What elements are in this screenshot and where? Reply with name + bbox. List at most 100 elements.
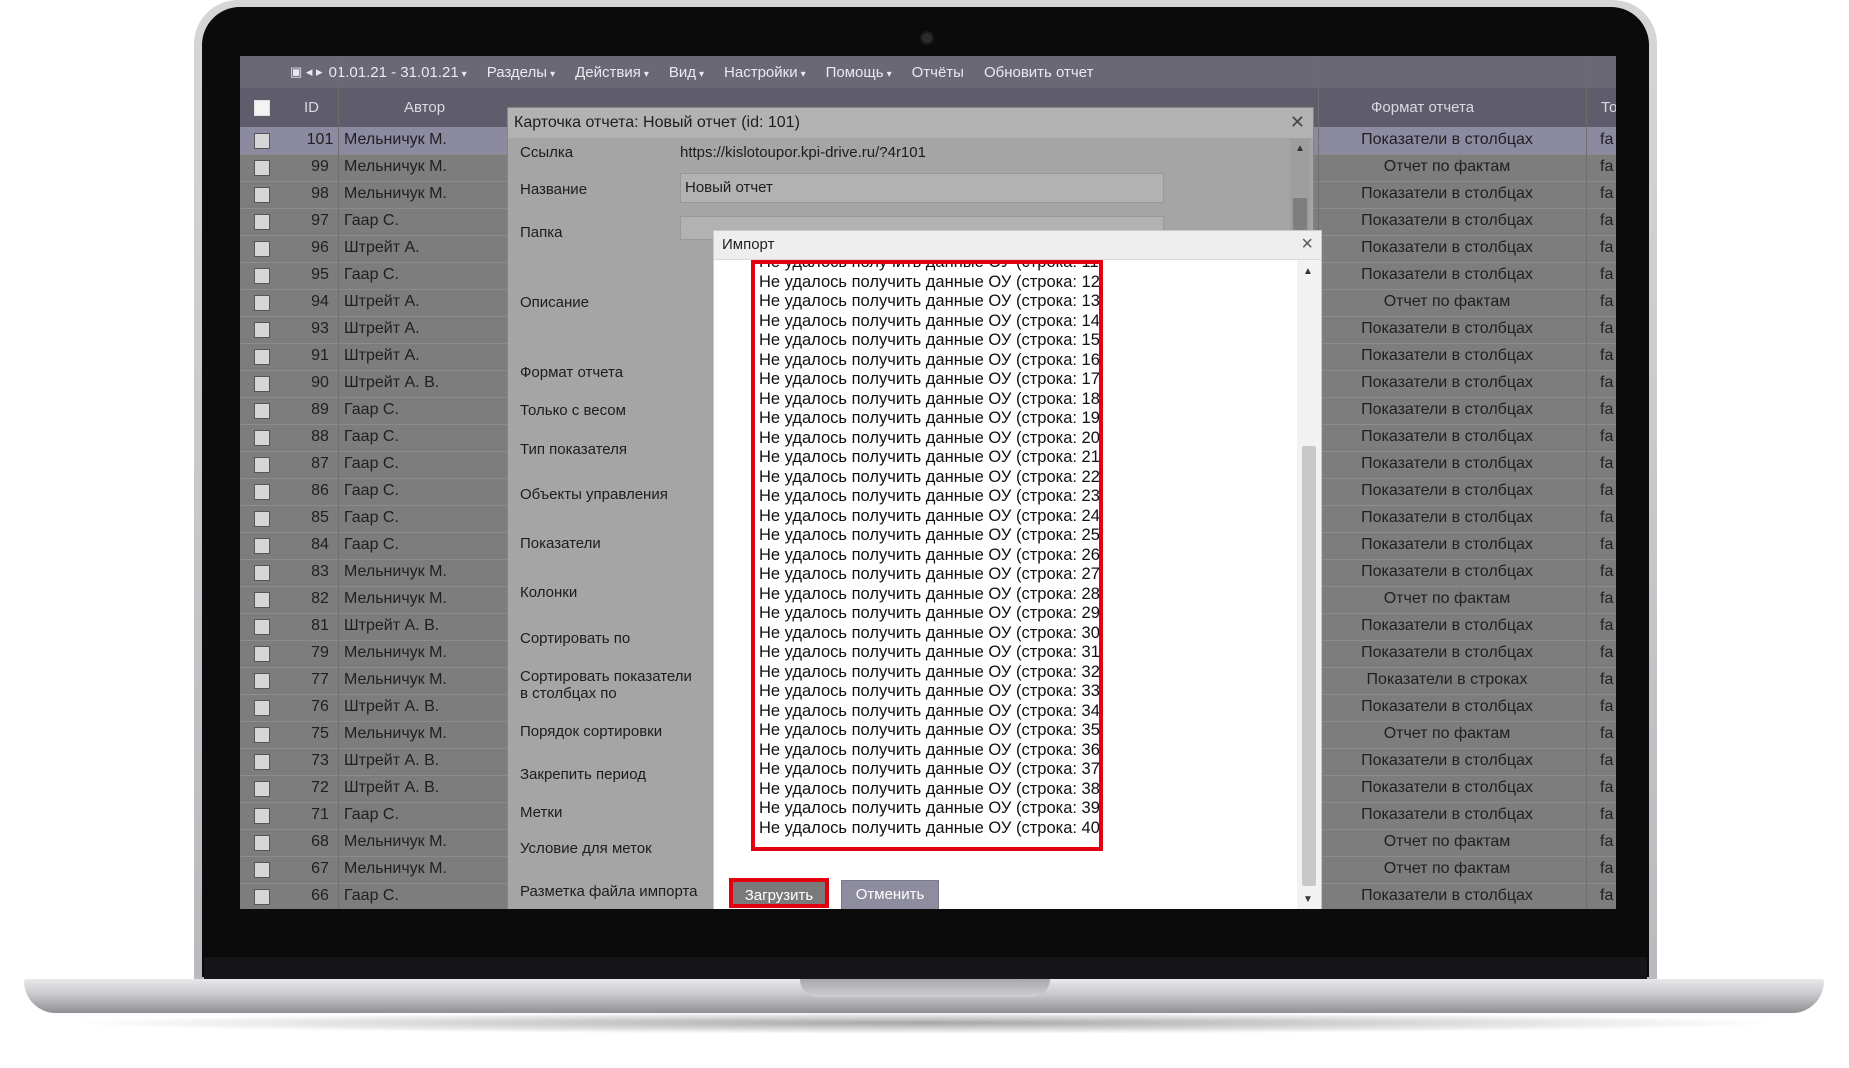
menu-actions-label: Действия	[575, 63, 641, 81]
period-label: 01.01.21 - 31.01.21	[328, 63, 459, 81]
import-dialog-titlebar[interactable]: Импорт ×	[714, 231, 1321, 260]
row-checkbox[interactable]	[254, 322, 270, 338]
row-checkbox[interactable]	[254, 268, 270, 284]
report-format-label: Формат отчета	[520, 364, 624, 381]
link-value[interactable]: https://kislotoupor.kpi-drive.ru/?4r101	[680, 144, 926, 161]
row-checkbox[interactable]	[254, 295, 270, 311]
row-checkbox[interactable]	[254, 673, 270, 689]
menu-help[interactable]: Помощь ▾	[826, 64, 892, 81]
row-checkbox[interactable]	[254, 349, 270, 365]
row-checkbox[interactable]	[254, 889, 270, 905]
menu-actions[interactable]: Действия ▾	[575, 64, 649, 81]
row-last-cell: fa	[1600, 455, 1614, 472]
row-id: 73	[311, 752, 329, 769]
row-checkbox[interactable]	[254, 376, 270, 392]
app-screen: ▣ ◂ ▸ 01.01.21 - 31.01.21 ▾ Разделы ▾ Дейс…	[240, 56, 1616, 909]
calendar-icon[interactable]: ▣ ◂ ▸	[290, 64, 323, 80]
row-checkbox[interactable]	[254, 727, 270, 743]
load-button[interactable]: Загрузить	[729, 878, 829, 908]
import-error-line: Не удалось получить данные ОУ (строка: 1…	[759, 389, 1103, 408]
row-checkbox[interactable]	[254, 700, 270, 716]
row-author: Гаар С.	[344, 455, 399, 472]
row-id: 81	[311, 617, 329, 634]
select-all-checkbox[interactable]	[254, 100, 270, 116]
scroll-down-icon[interactable]: ▼	[1303, 894, 1313, 905]
row-id: 87	[311, 455, 329, 472]
row-checkbox[interactable]	[254, 592, 270, 608]
report-card-titlebar[interactable]: Карточка отчета: Новый отчет (id: 101) ✕	[508, 108, 1313, 138]
indicators-label: Показатели	[520, 535, 601, 552]
chevron-down-icon: ▾	[699, 68, 705, 80]
row-checkbox[interactable]	[254, 619, 270, 635]
row-id: 79	[311, 644, 329, 661]
row-checkbox[interactable]	[254, 187, 270, 203]
row-checkbox[interactable]	[254, 133, 270, 149]
row-checkbox[interactable]	[254, 781, 270, 797]
row-checkbox[interactable]	[254, 484, 270, 500]
column-divider	[338, 56, 339, 909]
row-checkbox[interactable]	[254, 403, 270, 419]
close-icon[interactable]: ✕	[1290, 112, 1305, 133]
row-format: Отчет по фактам	[1383, 725, 1511, 742]
menu-sections[interactable]: Разделы ▾	[487, 64, 555, 81]
scrollbar-thumb[interactable]	[1302, 446, 1316, 886]
row-checkbox[interactable]	[254, 430, 270, 446]
row-id: 98	[311, 185, 329, 202]
row-id: 96	[311, 239, 329, 256]
row-last-cell: fa	[1600, 806, 1614, 823]
row-checkbox[interactable]	[254, 214, 270, 230]
chevron-down-icon: ▾	[886, 68, 892, 80]
row-checkbox[interactable]	[254, 538, 270, 554]
row-id: 93	[311, 320, 329, 337]
row-author: Штрейт А.	[344, 347, 420, 364]
row-id: 90	[311, 374, 329, 391]
menu-view[interactable]: Вид ▾	[669, 64, 704, 81]
close-icon[interactable]: ×	[1301, 233, 1313, 256]
name-field[interactable]: Новый отчет	[680, 173, 1164, 203]
laptop-chin	[204, 957, 1647, 981]
import-dialog-scrollbar[interactable]: ▲ ▼	[1297, 260, 1321, 909]
menu-reports[interactable]: Отчёты	[912, 64, 964, 81]
row-format: Показатели в столбцах	[1361, 536, 1533, 553]
row-checkbox[interactable]	[254, 808, 270, 824]
row-format: Показатели в столбцах	[1361, 752, 1533, 769]
row-last-cell: fa	[1600, 239, 1614, 256]
column-header-last[interactable]: То	[1601, 99, 1616, 116]
row-author: Гаар С.	[344, 212, 399, 229]
row-checkbox[interactable]	[254, 160, 270, 176]
row-author: Мельничук М.	[344, 590, 447, 607]
scroll-up-icon[interactable]: ▲	[1295, 143, 1305, 154]
row-last-cell: fa	[1600, 347, 1614, 364]
row-author: Гаар С.	[344, 509, 399, 526]
menu-settings[interactable]: Настройки ▾	[724, 64, 806, 81]
row-last-cell: fa	[1600, 401, 1614, 418]
row-checkbox[interactable]	[254, 565, 270, 581]
row-id: 91	[311, 347, 329, 364]
scroll-up-icon[interactable]: ▲	[1303, 266, 1313, 277]
row-id: 76	[311, 698, 329, 715]
menu-settings-label: Настройки	[724, 63, 798, 81]
row-author: Штрейт А. В.	[344, 752, 440, 769]
row-author: Гаар С.	[344, 428, 399, 445]
row-checkbox[interactable]	[254, 835, 270, 851]
cancel-button[interactable]: Отменить	[841, 880, 939, 909]
row-checkbox[interactable]	[254, 862, 270, 878]
row-checkbox[interactable]	[254, 241, 270, 257]
import-error-line: Не удалось получить данные ОУ (строка: 1…	[759, 331, 1103, 349]
column-header-id[interactable]: ID	[304, 99, 319, 116]
row-last-cell: fa	[1600, 482, 1614, 499]
row-format: Показатели в столбцах	[1361, 644, 1533, 661]
refresh-report-button[interactable]: Обновить отчет	[984, 64, 1094, 81]
row-checkbox[interactable]	[254, 754, 270, 770]
column-header-author[interactable]: Автор	[404, 99, 445, 116]
row-last-cell: fa	[1600, 779, 1614, 796]
column-header-format[interactable]: Формат отчета	[1371, 99, 1474, 116]
row-author: Штрейт А. В.	[344, 374, 440, 391]
row-checkbox[interactable]	[254, 646, 270, 662]
import-error-line: Не удалось получить данные ОУ (строка: 1…	[759, 292, 1103, 310]
row-checkbox[interactable]	[254, 457, 270, 473]
row-checkbox[interactable]	[254, 511, 270, 527]
period-selector[interactable]: 01.01.21 - 31.01.21 ▾	[329, 64, 467, 81]
row-id: 77	[311, 671, 329, 688]
row-format: Показатели в столбцах	[1361, 401, 1533, 418]
